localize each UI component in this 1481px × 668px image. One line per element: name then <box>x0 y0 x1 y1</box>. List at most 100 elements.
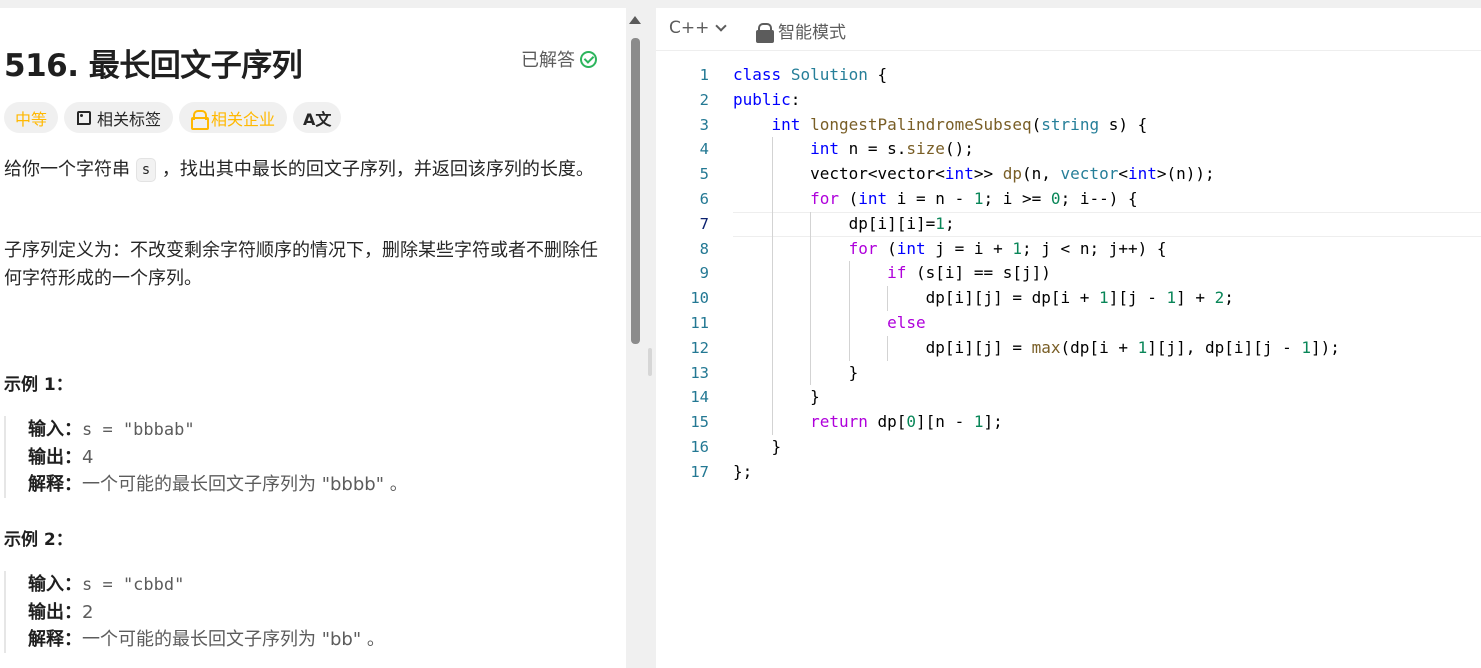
translate-icon: A文 <box>303 109 332 129</box>
example-1-title: 示例 1： <box>4 375 73 395</box>
line-number: 6 <box>699 190 709 208</box>
statement-text-start: 给你一个字符串 <box>4 159 130 180</box>
solved-status: 已解答 <box>521 46 597 72</box>
scroll-up-arrow-icon[interactable] <box>629 16 641 24</box>
code-text: class Solution { <box>733 65 888 84</box>
explain-label: 解释： <box>28 629 82 650</box>
indent-guide <box>771 137 773 435</box>
lock-icon <box>191 109 210 130</box>
input-label: 输入： <box>28 574 82 595</box>
translate-button[interactable]: A文 <box>293 102 342 133</box>
related-tags-button[interactable]: 相关标签 <box>64 102 174 133</box>
line-number: 4 <box>699 140 709 159</box>
problem-title: 516. 最长回文子序列 <box>4 48 303 84</box>
example-2-block: 输入：s = "cbbd" 输出：2 解释：一个可能的最长回文子序列为 "bb"… <box>4 571 604 653</box>
example-1-input: s = "bbbab" <box>82 420 195 440</box>
tag-icon <box>76 110 91 125</box>
example-2-input: s = "cbbd" <box>82 575 185 595</box>
problem-description-panel: 516. 最长回文子序列 已解答 中等 相关标签 相关企业 A文 给你一个字符串… <box>0 8 626 668</box>
problem-statement: 给你一个字符串 s ，找出其中最长的回文子序列，并返回该序列的长度。 <box>4 156 604 184</box>
code-line[interactable]: 2 public: <box>656 88 1481 113</box>
code-line[interactable]: 4 int n = s.size(); <box>656 137 1481 162</box>
related-tags-label: 相关标签 <box>97 109 162 129</box>
example-1-block: 输入：s = "bbbab" 输出：4 解释：一个可能的最长回文子序列为 "bb… <box>4 416 604 498</box>
line-number: 11 <box>690 314 709 332</box>
code-line[interactable]: 16 } <box>656 435 1481 460</box>
code-line[interactable]: 10 dp[i][j] = dp[i + 1][j - 1] + 2; <box>656 286 1481 311</box>
scrollbar-thumb[interactable] <box>631 38 640 344</box>
line-number: 3 <box>699 115 709 134</box>
code-line[interactable]: 17}; <box>656 460 1481 485</box>
input-label: 输入： <box>28 419 82 440</box>
example-1-explanation: 一个可能的最长回文子序列为 "bbbb" 。 <box>82 474 408 495</box>
smart-mode-toggle[interactable]: 智能模式 <box>756 18 846 43</box>
code-text: }; <box>733 461 753 481</box>
line-number: 17 <box>690 462 709 481</box>
code-text: for (int j = i + 1; j < n; j++) { <box>848 238 1167 258</box>
code-line[interactable]: 13 } <box>656 361 1481 386</box>
splitter-grip-handle[interactable] <box>648 348 652 376</box>
output-label: 输出： <box>28 447 82 468</box>
example-1-output: 4 <box>82 447 94 468</box>
code-text: } <box>733 362 859 382</box>
example-2-title: 示例 2： <box>4 530 73 550</box>
line-number: 8 <box>699 239 709 258</box>
code-text: dp[i][i]=1; <box>733 213 955 233</box>
line-number: 12 <box>690 338 709 357</box>
code-text: } <box>733 387 820 407</box>
example-2-output: 2 <box>82 602 94 623</box>
line-number: 2 <box>699 90 709 109</box>
tag-chips: 中等 相关标签 相关企业 A文 <box>4 102 342 133</box>
indent-guide <box>848 261 850 361</box>
solved-label: 已解答 <box>521 50 575 71</box>
mode-label: 智能模式 <box>778 23 846 43</box>
code-text: else <box>887 313 926 332</box>
code-line[interactable]: 12 dp[i][j] = max(dp[i + 1][j], dp[i][j … <box>656 336 1481 361</box>
code-line[interactable]: 14 } <box>656 385 1481 410</box>
difficulty-badge[interactable]: 中等 <box>4 102 59 133</box>
code-line[interactable]: 9 if (s[i] == s[j]) <box>656 261 1481 286</box>
editor-toolbar: C++ 智能模式 <box>656 8 1481 51</box>
indent-guide <box>887 335 889 361</box>
check-circle-icon <box>580 50 597 68</box>
language-selector[interactable]: C++ <box>669 18 728 38</box>
code-line[interactable]: 8 for (int j = i + 1; j < n; j++) { <box>656 237 1481 262</box>
code-text: if (s[i] == s[j]) <box>887 263 1051 283</box>
inline-code-s: s <box>135 158 157 182</box>
difficulty-label: 中等 <box>15 109 48 129</box>
code-text: dp[i][j] = max(dp[i + 1][j], dp[i][j - 1… <box>733 337 1340 357</box>
code-text: vector<vector<int>> dp(n, vector<int>(n)… <box>733 164 1215 184</box>
code-line[interactable]: 5 vector<vector<int>> dp(n, vector<int>(… <box>656 162 1481 187</box>
indent-guide <box>810 211 812 386</box>
code-line[interactable]: 7 dp[i][i]=1; <box>656 212 1481 237</box>
line-number: 10 <box>690 289 709 308</box>
statement-text-end: ，找出其中最长的回文子序列，并返回该序列的长度。 <box>161 159 594 180</box>
line-number: 13 <box>690 363 709 382</box>
code-text: return dp[0][n - 1]; <box>810 412 1003 432</box>
code-editor[interactable]: 1 class Solution { 2 public: 3 int longestPa… <box>656 63 1481 663</box>
code-editor-panel: C++ 智能模式 1 class Solution { 2 public: 3 int … <box>656 8 1481 668</box>
panel-splitter[interactable] <box>645 8 655 668</box>
code-text: for (int i = n - 1; i >= 0; i--) { <box>810 189 1138 208</box>
code-line[interactable]: 1 class Solution { <box>656 63 1481 88</box>
code-line[interactable]: 3 int longestPalindromeSubseq(string s) … <box>656 113 1481 138</box>
code-line[interactable]: 11 else <box>656 311 1481 336</box>
code-text: } <box>733 437 782 456</box>
line-number: 14 <box>690 388 709 407</box>
line-number: 15 <box>690 413 709 432</box>
chevron-down-icon <box>715 19 728 32</box>
output-label: 输出： <box>28 602 82 623</box>
language-label: C++ <box>669 18 710 38</box>
code-text: public: <box>733 89 801 109</box>
code-line[interactable]: 6 for (int i = n - 1; i >= 0; i--) { <box>656 187 1481 212</box>
line-number: 1 <box>699 66 709 84</box>
code-text: int longestPalindromeSubseq(string s) { <box>771 114 1148 134</box>
subsequence-definition: 子序列定义为：不改变剩余字符顺序的情况下，删除某些字符或者不删除任何字符形成的一… <box>4 240 598 289</box>
code-text: int n = s.size(); <box>810 139 974 159</box>
lock-icon <box>756 22 774 43</box>
code-line[interactable]: 15 return dp[0][n - 1]; <box>656 410 1481 435</box>
related-companies-button[interactable]: 相关企业 <box>179 102 288 133</box>
example-2-explanation: 一个可能的最长回文子序列为 "bb" 。 <box>82 629 385 650</box>
line-number: 5 <box>699 165 709 184</box>
explain-label: 解释： <box>28 474 82 495</box>
